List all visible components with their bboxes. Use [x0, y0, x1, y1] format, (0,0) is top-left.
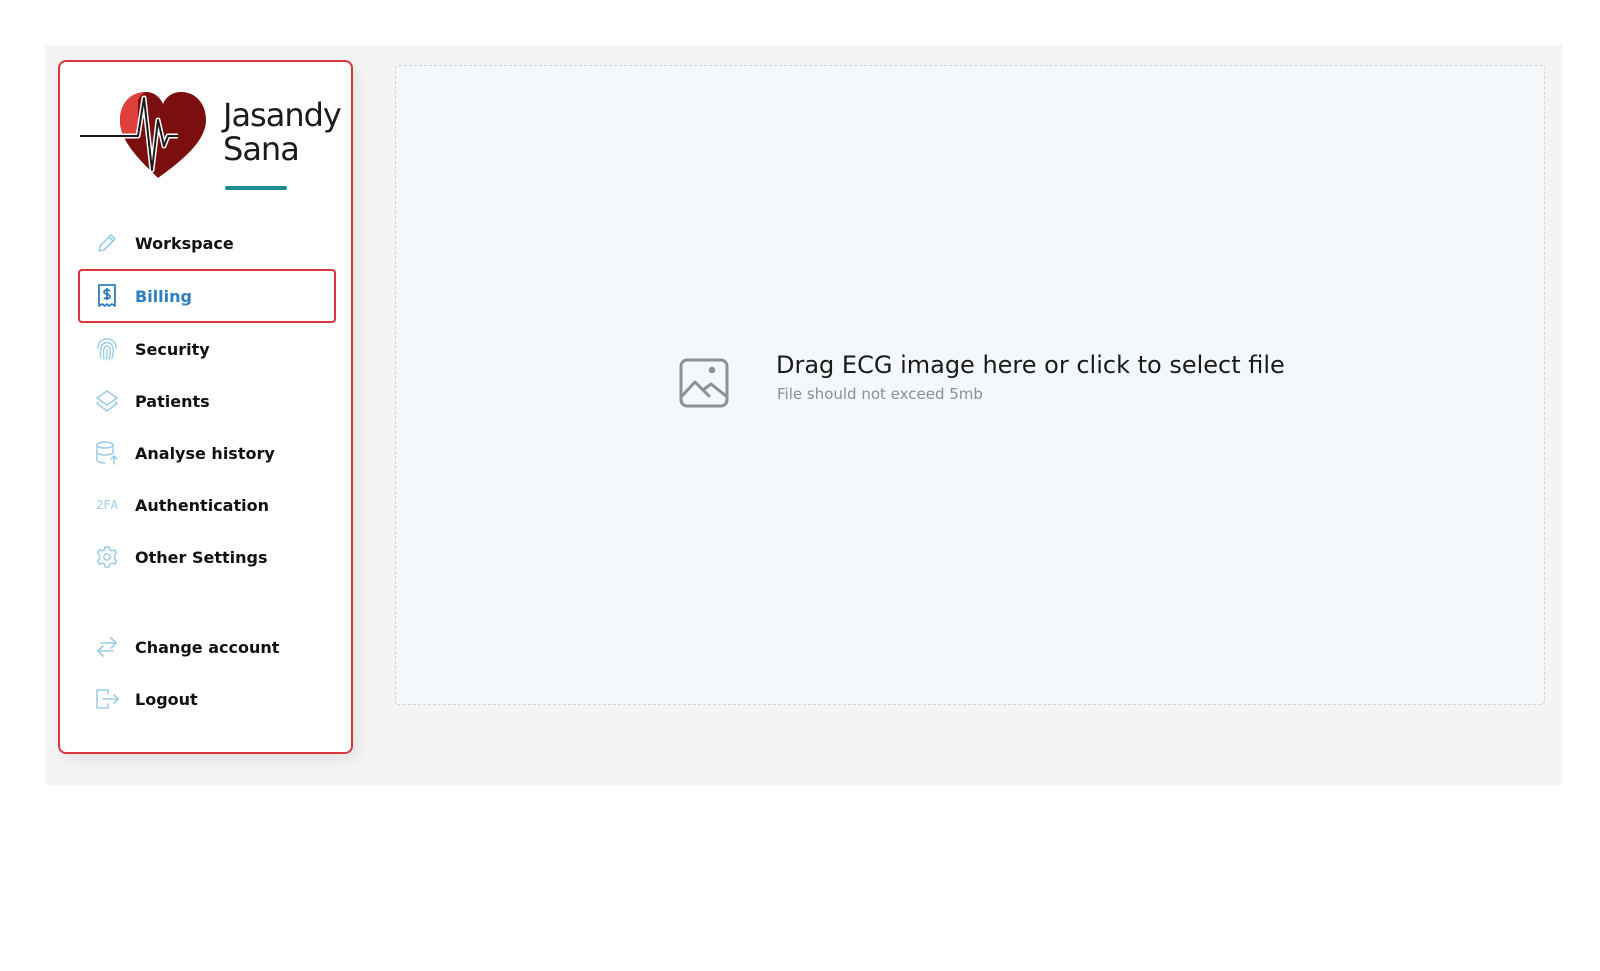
sidebar-item-billing[interactable]: Billing [78, 269, 336, 323]
2fa-icon: 2FA [96, 498, 118, 512]
sidebar-item-authentication[interactable]: 2FA Authentication [78, 478, 336, 532]
sidebar: Jasandy Sana Workspace Billing Security … [58, 60, 353, 754]
sidebar-item-other-settings[interactable]: Other Settings [78, 530, 336, 584]
fingerprint-icon [94, 336, 120, 362]
dropzone-subtitle: File should not exceed 5mb [777, 385, 983, 403]
pencil-icon [94, 230, 120, 256]
sidebar-item-change-account[interactable]: Change account [78, 620, 336, 674]
sidebar-item-security[interactable]: Security [78, 322, 336, 376]
sidebar-item-logout[interactable]: Logout [78, 672, 336, 726]
sidebar-item-analyse-history[interactable]: Analyse history [78, 426, 336, 480]
swap-arrows-icon [94, 634, 120, 660]
brand-name-line2: Sana [223, 130, 300, 168]
heart-ecg-logo-icon [80, 92, 206, 178]
sidebar-item-label: Change account [135, 637, 280, 657]
sidebar-item-label: Authentication [135, 495, 269, 515]
sidebar-item-label: Patients [135, 391, 210, 411]
image-icon [679, 358, 729, 408]
layers-icon [94, 388, 120, 414]
dropzone-title: Drag ECG image here or click to select f… [776, 351, 1285, 379]
brand-underline [225, 186, 287, 190]
brand-name: Jasandy Sana [223, 96, 342, 168]
brand-logo: Jasandy Sana [80, 80, 342, 190]
sidebar-item-label: Analyse history [135, 443, 275, 463]
sidebar-item-workspace[interactable]: Workspace [78, 216, 336, 270]
ecg-upload-dropzone[interactable]: Drag ECG image here or click to select f… [395, 65, 1545, 705]
database-upload-icon [94, 440, 120, 466]
sidebar-item-label: Workspace [135, 233, 234, 253]
sidebar-item-label: Logout [135, 689, 198, 709]
logout-icon [94, 686, 120, 712]
sidebar-item-label: Billing [135, 286, 192, 306]
app-frame: Jasandy Sana Workspace Billing Security … [45, 45, 1562, 785]
gear-icon [94, 544, 120, 570]
brand-name-line1: Jasandy [223, 96, 342, 134]
sidebar-item-patients[interactable]: Patients [78, 374, 336, 428]
receipt-dollar-icon [94, 283, 120, 309]
sidebar-item-label: Other Settings [135, 547, 268, 567]
sidebar-item-label: Security [135, 339, 210, 359]
